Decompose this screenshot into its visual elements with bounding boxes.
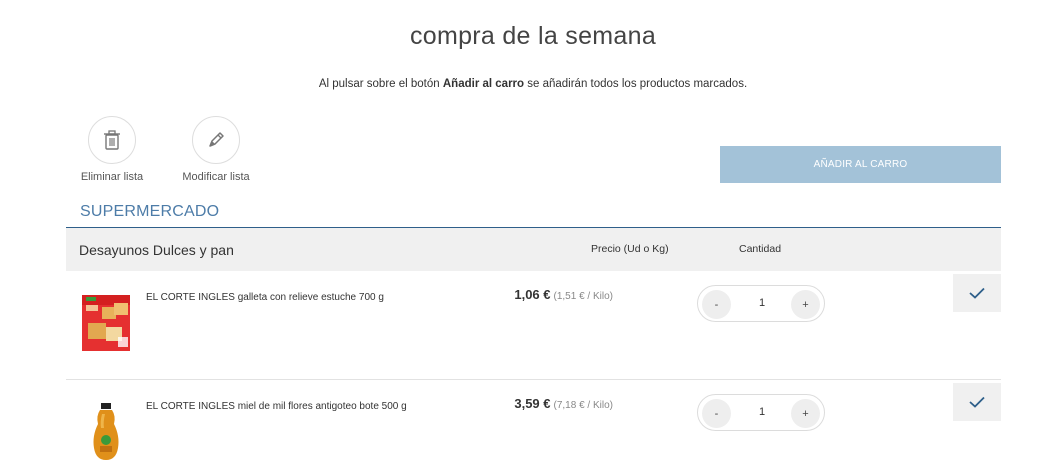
edit-list-action[interactable]: Modificar lista — [166, 116, 266, 183]
add-to-cart-button[interactable]: AÑADIR AL CARRO — [720, 146, 1001, 183]
increase-quantity-button[interactable]: + — [791, 290, 820, 319]
subtitle-text-end: se añadirán todos los productos marcados… — [524, 78, 748, 90]
subtitle-text-start: Al pulsar sobre el botón — [318, 78, 443, 90]
product-price: 1,06 € (1,51 € / Kilo) — [514, 286, 613, 304]
unit-price: (7,18 € / Kilo) — [553, 400, 613, 411]
delete-list-button[interactable] — [88, 116, 136, 164]
category-title: Desayunos Dulces y pan — [79, 242, 234, 258]
page-title: compra de la semana — [409, 22, 657, 50]
product-price: 3,59 € (7,18 € / Kilo) — [514, 395, 613, 413]
category-header: Desayunos Dulces y pan Precio (Ud o Kg) … — [66, 228, 1001, 271]
cookie-box-product-image[interactable] — [80, 293, 132, 353]
product-row: EL CORTE INGLES galleta con relieve estu… — [66, 271, 1001, 378]
price-value: 1,06 € — [514, 287, 551, 302]
edit-list-button[interactable] — [192, 116, 240, 164]
decrease-quantity-button[interactable]: - — [702, 290, 731, 319]
quantity-stepper: - 1 + — [697, 394, 825, 431]
quantity-value[interactable]: 1 — [738, 406, 786, 418]
section-title: SUPERMERCADO — [80, 203, 220, 220]
product-select-checkbox[interactable] — [953, 274, 1001, 312]
subtitle-bold-text: Añadir al carro — [442, 78, 525, 90]
price-value: 3,59 € — [514, 396, 551, 411]
checkmark-icon — [969, 396, 985, 408]
product-select-checkbox[interactable] — [953, 383, 1001, 421]
price-column-header: Precio (Ud o Kg) — [591, 243, 669, 255]
product-name[interactable]: EL CORTE INGLES miel de mil flores antig… — [146, 401, 407, 412]
delete-list-label: Eliminar lista — [80, 171, 144, 183]
decrease-quantity-button[interactable]: - — [702, 399, 731, 428]
quantity-value[interactable]: 1 — [738, 297, 786, 309]
product-row: EL CORTE INGLES miel de mil flores antig… — [66, 379, 1001, 469]
delete-list-action[interactable]: Eliminar lista — [62, 116, 162, 183]
edit-list-label: Modificar lista — [182, 171, 250, 183]
unit-price: (1,51 € / Kilo) — [553, 291, 613, 302]
page-subtitle: Al pulsar sobre el botón Añadir al carro… — [0, 78, 1060, 90]
pencil-icon — [209, 132, 224, 147]
trash-icon — [104, 130, 120, 150]
honey-bottle-product-image[interactable] — [80, 402, 132, 462]
quantity-stepper: - 1 + — [697, 285, 825, 322]
checkmark-icon — [969, 287, 985, 299]
increase-quantity-button[interactable]: + — [791, 399, 820, 428]
product-name[interactable]: EL CORTE INGLES galleta con relieve estu… — [146, 292, 384, 303]
quantity-column-header: Cantidad — [739, 243, 782, 255]
